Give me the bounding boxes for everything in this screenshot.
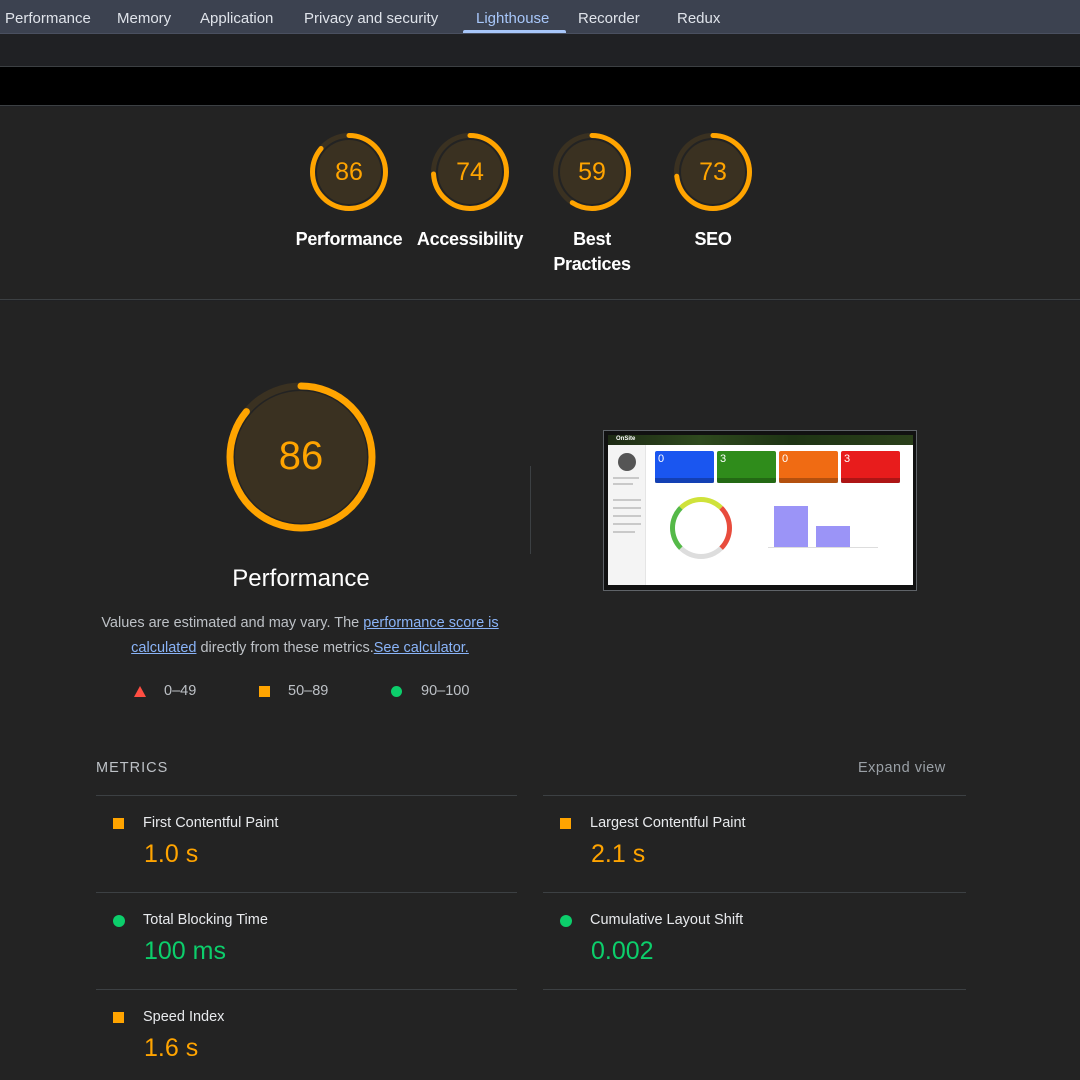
gauge-score: 59 [578, 158, 606, 186]
metric-name: Total Blocking Time [143, 912, 268, 928]
gauge-score: 86 [335, 158, 363, 186]
tab-memory[interactable]: Memory [117, 0, 171, 34]
gauge-best-practices[interactable]: 59 Best Practices [527, 131, 657, 277]
legend-fail-label: 0–49 [164, 683, 197, 699]
thumb-card-value: 3 [720, 453, 727, 465]
gauge-score: 73 [699, 158, 727, 186]
thumb-header [608, 435, 913, 445]
tab-recorder[interactable]: Recorder [578, 0, 640, 34]
divider [543, 989, 966, 990]
metric-name: Largest Contentful Paint [590, 815, 746, 831]
performance-description: Values are estimated and may vary. The p… [90, 611, 510, 661]
legend-pass-label: 90–100 [421, 683, 470, 699]
gauge-label: Performance [295, 229, 403, 249]
desc-text: directly from these metrics. [196, 640, 374, 656]
gauge-seo[interactable]: 73 SEO [648, 131, 778, 252]
gauge-score: 74 [456, 158, 484, 186]
desc-text: Values are estimated and may vary. The [101, 615, 364, 631]
metric-name: First Contentful Paint [143, 815, 279, 831]
active-tab-indicator [463, 30, 566, 33]
thumb-line [613, 483, 633, 485]
thumb-axis [768, 547, 878, 548]
performance-score: 86 [278, 434, 324, 478]
legend-average-label: 50–89 [288, 683, 329, 699]
see-calculator-link[interactable]: See calculator. [374, 640, 469, 656]
devtools-tab-bar: Performance Memory Application Privacy a… [0, 0, 1080, 34]
metric-name: Speed Index [143, 1009, 225, 1025]
thumb-line [613, 515, 641, 517]
link-text: calculated [131, 640, 197, 656]
expand-view-toggle[interactable]: Expand view [858, 760, 946, 776]
thumb-bar [816, 526, 850, 547]
red-triangle-icon [134, 686, 146, 697]
thumb-line [613, 499, 641, 501]
thumb-line [613, 477, 639, 479]
orange-square-icon [113, 818, 124, 829]
tab-privacy-and-security[interactable]: Privacy and security [304, 0, 438, 34]
tab-performance[interactable]: Performance [5, 0, 91, 34]
thumb-card: 3 [841, 451, 900, 483]
gauge-label: Accessibility [416, 229, 524, 249]
divider [96, 892, 517, 893]
report-topbar [0, 67, 1080, 106]
thumb-gauge [670, 497, 732, 559]
thumb-line [613, 531, 635, 533]
thumb-brand: OnSite [616, 436, 636, 442]
final-screenshot-thumbnail[interactable]: OnSite 0 3 0 3 [603, 430, 917, 591]
tab-lighthouse[interactable]: Lighthouse [476, 0, 549, 34]
metrics-heading: METRICS [96, 760, 169, 776]
green-circle-icon [560, 915, 572, 927]
thumb-card-value: 0 [658, 453, 665, 465]
thumb-line [613, 523, 641, 525]
orange-square-icon [259, 686, 270, 697]
thumb-card: 0 [655, 451, 714, 483]
thumb-sidebar [608, 445, 646, 585]
divider [543, 892, 966, 893]
gauge-label-line1: Best [573, 229, 611, 249]
tab-application[interactable]: Application [200, 0, 273, 34]
screenshot-image: OnSite 0 3 0 3 [608, 435, 913, 585]
metric-name: Cumulative Layout Shift [590, 912, 744, 928]
divider [543, 795, 966, 796]
metric-value: 0.002 [591, 937, 654, 965]
divider [96, 795, 517, 796]
lighthouse-toolbar [0, 34, 1080, 67]
category-gauges: 86 Performance 74 Accessibility 59 Best … [0, 107, 1080, 300]
thumb-card: 0 [779, 451, 838, 483]
gauge-performance[interactable]: 86 Performance [284, 131, 414, 252]
thumb-card: 3 [717, 451, 776, 483]
thumb-avatar [618, 453, 636, 471]
thumb-line [613, 507, 641, 509]
thumb-card-value: 0 [782, 453, 789, 465]
thumb-card-value: 3 [844, 453, 851, 465]
performance-section: 86 Performance Values are estimated and … [0, 301, 1080, 1080]
gauge-label: SEO [694, 229, 732, 249]
metric-value: 1.6 s [144, 1034, 199, 1062]
green-circle-icon [391, 686, 402, 697]
thumb-bar [774, 506, 808, 547]
gauge-label-line2: Practices [553, 254, 631, 274]
gauge-accessibility[interactable]: 74 Accessibility [405, 131, 535, 252]
green-circle-icon [113, 915, 125, 927]
divider [96, 989, 517, 990]
orange-square-icon [113, 1012, 124, 1023]
metric-value: 1.0 s [144, 840, 199, 868]
tab-redux[interactable]: Redux [677, 0, 720, 34]
divider [530, 466, 531, 554]
metric-value: 2.1 s [591, 840, 646, 868]
gauge-label: Best Practices [527, 227, 657, 277]
metric-value: 100 ms [144, 937, 226, 965]
link-text: performance score is [363, 615, 499, 631]
orange-square-icon [560, 818, 571, 829]
performance-title: Performance [232, 565, 370, 592]
